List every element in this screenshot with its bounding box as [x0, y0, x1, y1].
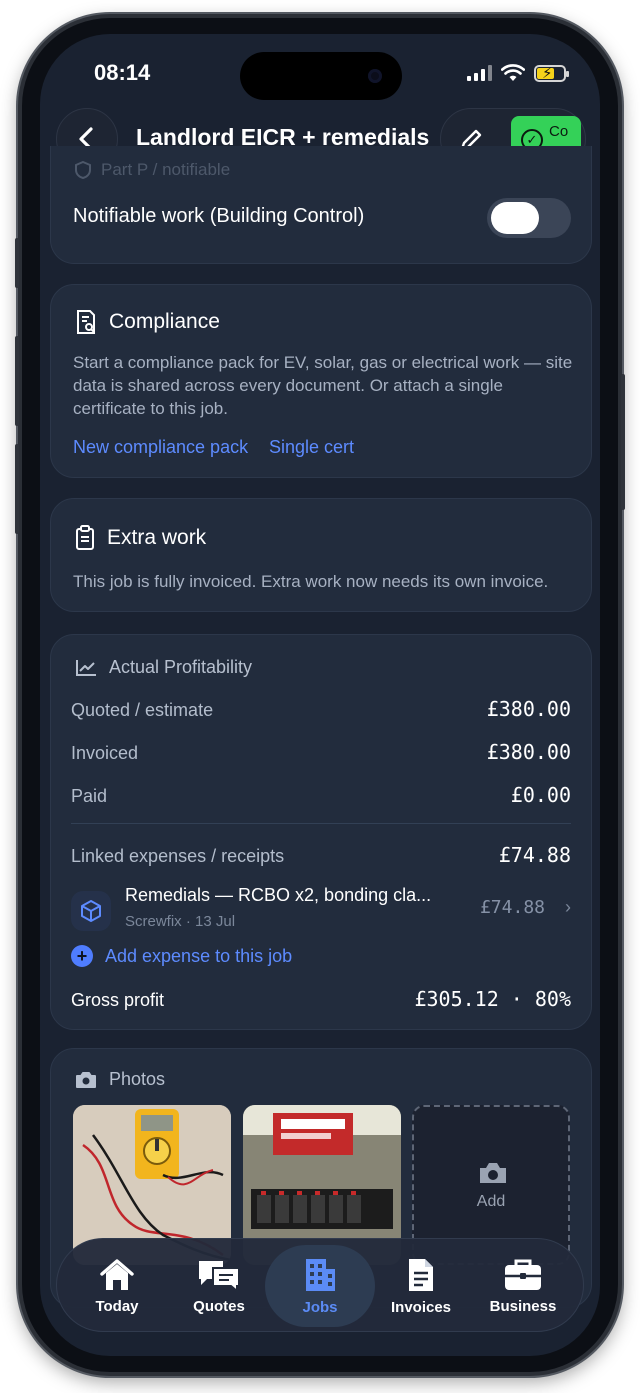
part-p-section-header: Part P / notifiable: [75, 160, 230, 180]
tab-invoices[interactable]: Invoices: [371, 1239, 471, 1333]
chevron-right-icon: ›: [565, 897, 571, 917]
status-time: 08:14: [94, 60, 151, 85]
expenses-row: Linked expenses / receipts £74.88: [71, 843, 571, 867]
part-p-label: Part P / notifiable: [101, 160, 231, 179]
home-icon: [100, 1258, 134, 1290]
photos-title: Photos: [109, 1069, 166, 1089]
invoiced-label: Invoiced: [71, 743, 139, 763]
tab-business[interactable]: Business: [473, 1239, 573, 1333]
wifi-icon: [501, 64, 525, 81]
cellular-signal-icon: [467, 65, 492, 81]
extra-work-description: This job is fully invoiced. Extra work n…: [73, 572, 549, 591]
add-expense-button[interactable]: + Add expense to this job: [71, 945, 292, 967]
plus-circle-icon: +: [71, 945, 93, 967]
single-cert-link[interactable]: Single cert: [269, 437, 354, 458]
action-button: [15, 238, 19, 288]
camera-icon: [76, 1071, 96, 1088]
expense-name: Remedials — RCBO x2, bonding cla...: [125, 885, 432, 905]
extra-work-card: Extra work This job is fully invoiced. E…: [50, 498, 592, 612]
tab-jobs[interactable]: Jobs: [265, 1245, 375, 1327]
trend-chart-icon: [76, 659, 96, 676]
expense-amount: £74.88: [479, 897, 545, 918]
briefcase-icon: [505, 1259, 541, 1290]
expense-item[interactable]: Remedials — RCBO x2, bonding cla... Scre…: [71, 885, 573, 941]
compliance-description: Start a compliance pack for EV, solar, g…: [73, 353, 573, 418]
invoiced-row: Invoiced £380.00: [71, 740, 571, 764]
tab-invoices-label: Invoices: [390, 1298, 452, 1316]
app-screen: 08:14 ⚡ Landlord EICR + remedials ✓ Co .…: [40, 34, 600, 1356]
quoted-label: Quoted / estimate: [71, 700, 214, 720]
document-icon: [409, 1258, 433, 1291]
tab-today-label: Today: [95, 1297, 139, 1315]
building-icon: [306, 1258, 335, 1291]
status-icons: ⚡: [467, 64, 569, 82]
compliance-card: Compliance Start a compliance pack for E…: [50, 284, 592, 478]
camera-icon: [480, 1163, 506, 1183]
notifiable-work-label: Notifiable work (Building Control): [73, 205, 365, 227]
expenses-value: £74.88: [498, 843, 571, 867]
document-search-icon: [77, 310, 95, 334]
tab-business-label: Business: [489, 1297, 557, 1315]
photos-heading: Photos: [75, 1069, 165, 1090]
volume-down-button: [15, 444, 19, 534]
gross-profit-row: Gross profit £305.12 · 80%: [71, 987, 571, 1011]
notifiable-work-toggle[interactable]: [487, 198, 571, 238]
gross-profit-label: Gross profit: [71, 990, 165, 1010]
clipboard-icon: [76, 525, 94, 550]
volume-up-button: [15, 336, 19, 426]
quoted-value: £380.00: [486, 697, 571, 721]
tab-jobs-label: Jobs: [302, 1298, 338, 1316]
profitability-card: Actual Profitability Quoted / estimate £…: [50, 634, 592, 1030]
profitability-heading: Actual Profitability: [75, 657, 252, 678]
paid-row: Paid £0.00: [71, 783, 571, 807]
invoiced-value: £380.00: [486, 740, 571, 764]
shield-icon: [75, 161, 91, 179]
expenses-label: Linked expenses / receipts: [71, 846, 285, 866]
bottom-tab-bar: Today Quotes Jobs Invoices Business: [56, 1238, 584, 1332]
dynamic-island: [240, 52, 402, 100]
extra-work-heading: Extra work: [75, 525, 206, 551]
tab-today[interactable]: Today: [67, 1239, 167, 1333]
compliance-heading: Compliance: [75, 309, 220, 335]
package-icon: [71, 891, 111, 931]
tab-quotes-label: Quotes: [193, 1297, 245, 1315]
part-p-card: Part P / notifiable Notifiable work (Bui…: [50, 146, 592, 264]
battery-charging-icon: ⚡: [534, 64, 569, 82]
power-button: [621, 374, 625, 510]
tab-quotes[interactable]: Quotes: [169, 1239, 269, 1333]
compliance-title: Compliance: [109, 310, 220, 333]
gross-profit-value: £305.12 · 80%: [414, 987, 571, 1011]
divider: [71, 823, 571, 824]
new-compliance-pack-link[interactable]: New compliance pack: [73, 437, 248, 458]
chat-bubbles-icon: [199, 1260, 240, 1292]
paid-value: £0.00: [510, 783, 571, 807]
quoted-row: Quoted / estimate £380.00: [71, 697, 571, 721]
extra-work-title: Extra work: [107, 526, 207, 549]
add-photo-label: Add: [476, 1193, 506, 1210]
expense-meta: Screwfix · 13 Jul: [125, 913, 236, 930]
profitability-title: Actual Profitability: [109, 657, 253, 677]
add-expense-label: Add expense to this job: [105, 945, 293, 966]
paid-label: Paid: [71, 786, 108, 806]
